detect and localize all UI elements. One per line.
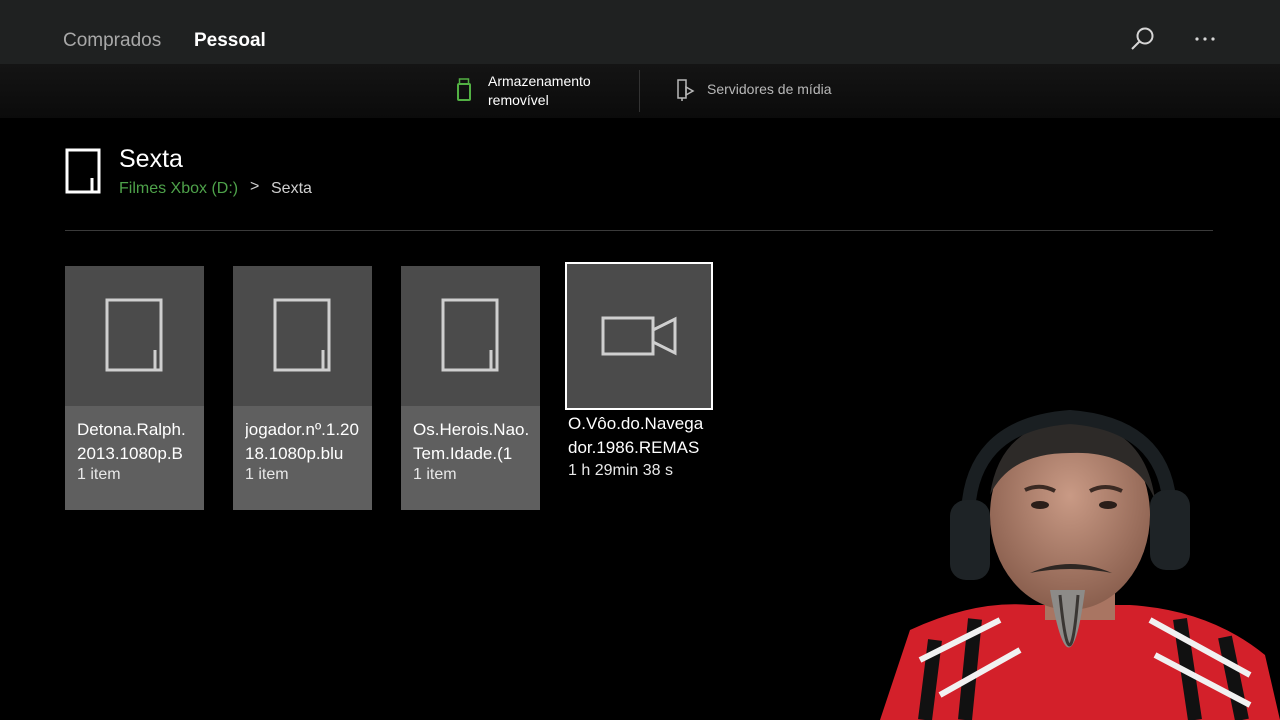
folder-name: jogador.nº.1.2018.1080p.blu	[245, 420, 359, 463]
folder-tile-art	[401, 266, 540, 406]
header-divider	[65, 230, 1213, 231]
folder-icon	[105, 298, 163, 372]
page-title: Sexta	[119, 145, 183, 173]
media-server-icon	[677, 79, 695, 101]
breadcrumb-current: Sexta	[271, 180, 312, 197]
folder-item-count: 1 item	[413, 466, 457, 483]
search-icon[interactable]	[1128, 24, 1158, 54]
video-name: O.Vôo.do.Navegador.1986.REMAS	[568, 414, 704, 457]
webcam-overlay	[880, 409, 1280, 720]
video-camera-icon	[601, 316, 677, 356]
storage-source-bar: Armazenamento removível Servidores de mí…	[0, 64, 1280, 118]
folder-icon	[273, 298, 331, 372]
video-tile-selected[interactable]	[565, 262, 713, 410]
folder-tile[interactable]: Os.Herois.Nao.Tem.Idade.(1 1 item	[401, 266, 540, 510]
folder-name: Detona.Ralph.2013.1080p.B	[77, 420, 186, 463]
folder-tile-art	[65, 266, 204, 406]
breadcrumb-separator: >	[250, 178, 260, 195]
folder-tile[interactable]: Detona.Ralph.2013.1080p.B 1 item	[65, 266, 204, 510]
folder-name: Os.Herois.Nao.Tem.Idade.(1	[413, 420, 530, 463]
folder-icon	[65, 148, 101, 194]
source-removable-label: Armazenamento removível	[488, 73, 591, 108]
folder-item-count: 1 item	[77, 466, 121, 483]
tab-pessoal[interactable]: Pessoal	[194, 30, 266, 52]
usb-drive-icon	[457, 78, 471, 101]
folder-item-count: 1 item	[245, 466, 289, 483]
video-duration: 1 h 29min 38 s	[568, 462, 673, 479]
folder-tile[interactable]: jogador.nº.1.2018.1080p.blu 1 item	[233, 266, 372, 510]
more-icon[interactable]	[1190, 24, 1220, 54]
breadcrumb-parent[interactable]: Filmes Xbox (D:)	[119, 180, 238, 198]
top-navigation: Comprados Pessoal	[0, 0, 1280, 64]
folder-icon	[441, 298, 499, 372]
folder-tile-art	[233, 266, 372, 406]
source-media-label: Servidores de mídia	[707, 81, 832, 97]
source-divider	[639, 70, 640, 112]
tab-comprados[interactable]: Comprados	[63, 30, 161, 52]
